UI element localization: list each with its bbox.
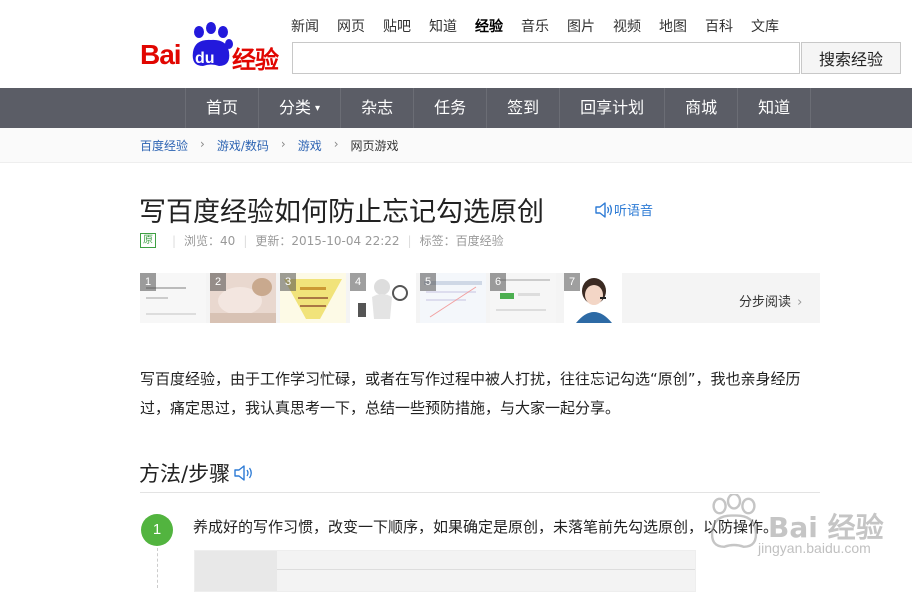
- chevron-right-icon: ›: [797, 295, 803, 310]
- breadcrumb-item-games-digital[interactable]: 游戏/数码: [217, 137, 269, 154]
- article-intro: 写百度经验，由于工作学习忙碌，或者在写作过程中被人打扰，往往忘记勾选“原创”，我…: [140, 370, 801, 417]
- main-nav-tasks[interactable]: 任务: [413, 88, 486, 128]
- main-nav-category-label: 分类: [279, 98, 312, 117]
- top-nav-baike[interactable]: 百科: [705, 16, 733, 36]
- step-image-line: [277, 569, 695, 570]
- logo-text-bai: Bai: [140, 39, 182, 70]
- search-input[interactable]: [292, 42, 800, 74]
- baidu-jingyan-logo[interactable]: Bai du 经验: [140, 22, 280, 74]
- thumbnail-number: 7: [564, 273, 580, 291]
- thumbnail-number: 1: [140, 273, 156, 291]
- breadcrumb-item-web-games: 网页游戏: [350, 139, 399, 153]
- meta-divider: |: [243, 233, 248, 248]
- breadcrumb-item-games[interactable]: 游戏: [298, 137, 322, 154]
- main-nav: 首页 分类 ▾ 杂志 任务 签到 回享计划 商城 知道: [0, 88, 912, 128]
- step-text: 养成好的写作习惯，改变一下顺序，如果确定是原创，未落笔前先勾选原创，以防操作。: [193, 518, 779, 536]
- step-number-badge: 1: [141, 514, 173, 546]
- step-image[interactable]: [194, 550, 696, 592]
- main-nav-home-label: 首页: [206, 98, 239, 117]
- article-meta: 原 | 浏览：40 | 更新：2015-10-04 22:22 | 标签：百度经…: [140, 232, 504, 249]
- main-nav-mall-label: 商城: [685, 98, 718, 117]
- chevron-down-icon: ▾: [315, 103, 321, 114]
- step-thumbnail[interactable]: 3: [280, 273, 346, 323]
- breadcrumb-item-home[interactable]: 百度经验: [140, 137, 188, 154]
- step-thumbnail[interactable]: 2: [210, 273, 276, 323]
- step-thumbnail[interactable]: 5: [420, 273, 486, 323]
- chevron-right-icon: ›: [280, 137, 286, 151]
- breadcrumb: 百度经验 › 游戏/数码 › 游戏 › 网页游戏: [140, 137, 399, 154]
- top-nav: 新闻 网页 贴吧 知道 经验 音乐 图片 视频 地图 百科 文库: [291, 16, 797, 36]
- speaker-icon: [595, 201, 613, 218]
- chevron-right-icon: ›: [200, 137, 205, 151]
- updated-time: 更新：2015-10-04 22:22: [255, 234, 400, 248]
- top-nav-map[interactable]: 地图: [659, 16, 687, 36]
- main-nav-share-plan-label: 回享计划: [580, 98, 645, 117]
- speaker-icon[interactable]: [232, 463, 260, 483]
- search-button[interactable]: 搜索经验: [801, 42, 901, 74]
- step-thumbnail[interactable]: 7: [564, 273, 630, 323]
- main-nav-checkin-label: 签到: [507, 98, 540, 117]
- listen-audio-button[interactable]: 听语音: [594, 200, 653, 219]
- step-thumbnail[interactable]: 4: [350, 273, 416, 323]
- original-badge: 原: [140, 233, 156, 248]
- top-nav-images[interactable]: 图片: [567, 16, 595, 36]
- step-thumbnail[interactable]: 1: [140, 273, 206, 323]
- page-title: 写百度经验如何防止忘记勾选原创: [139, 197, 544, 228]
- top-nav-video[interactable]: 视频: [613, 16, 641, 36]
- thumbnail-number: 4: [350, 273, 366, 291]
- top-nav-web[interactable]: 网页: [337, 16, 365, 36]
- main-nav-zhidao[interactable]: 知道: [737, 88, 812, 128]
- step-image-left: [195, 551, 277, 591]
- meta-divider: |: [172, 233, 177, 248]
- main-nav-zhidao-label: 知道: [758, 98, 791, 117]
- main-nav-tasks-label: 任务: [434, 98, 467, 117]
- logo-text-jingyan: 经验: [232, 46, 279, 74]
- step-read-label: 分步阅读: [739, 295, 792, 310]
- top-nav-news[interactable]: 新闻: [291, 16, 319, 36]
- top-nav-tieba[interactable]: 贴吧: [383, 16, 411, 36]
- main-nav-share-plan[interactable]: 回享计划: [559, 88, 664, 128]
- main-nav-magazine-label: 杂志: [361, 98, 394, 117]
- section-title: 方法/步骤: [139, 458, 260, 488]
- breadcrumb-bar: 百度经验 › 游戏/数码 › 游戏 › 网页游戏: [0, 128, 912, 163]
- watermark-url: jingyan.baidu.com: [758, 540, 871, 556]
- top-nav-jingyan[interactable]: 经验: [475, 16, 503, 36]
- step-connector: [157, 548, 158, 588]
- chevron-right-icon: ›: [333, 137, 339, 151]
- tags: 标签：百度经验: [419, 234, 504, 248]
- section-divider: [140, 492, 820, 493]
- step-thumbnail[interactable]: 6: [490, 273, 556, 323]
- logo-text-du: du: [195, 50, 215, 67]
- step-read-link[interactable]: 分步阅读 ›: [739, 291, 802, 310]
- listen-label: 听语音: [614, 204, 654, 219]
- meta-divider: |: [407, 233, 412, 248]
- top-nav-music[interactable]: 音乐: [521, 16, 549, 36]
- main-nav-category[interactable]: 分类 ▾: [258, 88, 340, 128]
- main-nav-home[interactable]: 首页: [185, 88, 258, 128]
- main-nav-magazine[interactable]: 杂志: [340, 88, 413, 128]
- main-nav-mall[interactable]: 商城: [664, 88, 737, 128]
- thumbnail-number: 3: [280, 273, 296, 291]
- step-thumbnail-strip: 1 2 3 4 5 6 7: [140, 273, 820, 323]
- section-title-label: 方法/步骤: [139, 462, 231, 486]
- thumbnail-number: 2: [210, 273, 226, 291]
- watermark-text: Bai 经验: [768, 511, 884, 544]
- thumbnail-number: 6: [490, 273, 506, 291]
- top-nav-zhidao[interactable]: 知道: [429, 16, 457, 36]
- views-count: 浏览：40: [184, 234, 236, 248]
- thumbnail-number: 5: [420, 273, 436, 291]
- top-nav-wenku[interactable]: 文库: [751, 16, 779, 36]
- main-nav-checkin[interactable]: 签到: [486, 88, 559, 128]
